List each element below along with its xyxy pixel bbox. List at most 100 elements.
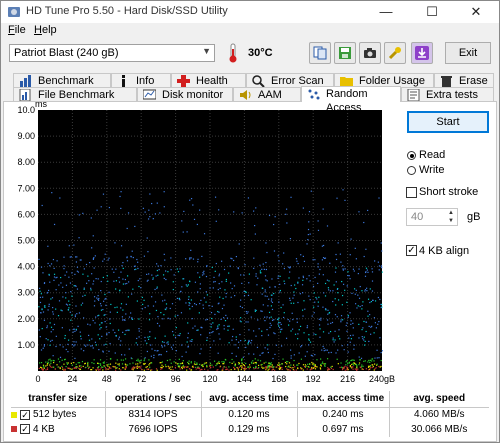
data-point bbox=[126, 275, 129, 277]
data-point bbox=[105, 304, 107, 306]
data-point bbox=[273, 250, 276, 252]
data-point bbox=[228, 342, 230, 344]
data-point bbox=[120, 369, 122, 371]
data-point bbox=[336, 316, 338, 318]
data-point bbox=[347, 351, 349, 353]
y-tick-label: 9.00 bbox=[17, 131, 35, 141]
row-checkbox[interactable]: ✓ bbox=[20, 409, 30, 420]
data-point bbox=[217, 288, 219, 291]
data-point bbox=[122, 319, 124, 321]
data-point bbox=[65, 292, 67, 294]
data-point bbox=[136, 344, 139, 346]
data-point bbox=[108, 291, 110, 293]
data-point bbox=[363, 339, 365, 341]
data-point bbox=[190, 257, 192, 259]
data-point bbox=[359, 305, 361, 308]
data-point bbox=[176, 297, 179, 299]
row-ops: 7696 IOPS bbox=[105, 422, 202, 437]
data-point bbox=[102, 276, 104, 279]
data-point bbox=[371, 271, 374, 273]
data-point bbox=[149, 313, 151, 315]
data-point bbox=[225, 314, 227, 317]
read-radio[interactable] bbox=[407, 151, 416, 160]
data-point bbox=[90, 217, 92, 219]
spin-down-icon[interactable]: ▼ bbox=[445, 217, 457, 225]
data-point bbox=[98, 369, 100, 371]
data-point bbox=[302, 275, 304, 277]
data-point bbox=[342, 283, 345, 285]
data-point bbox=[248, 329, 250, 331]
data-point bbox=[137, 358, 139, 360]
data-point bbox=[211, 317, 213, 320]
data-point bbox=[190, 362, 192, 364]
data-point bbox=[233, 259, 235, 262]
data-point bbox=[238, 243, 240, 245]
short-stroke-checkbox[interactable] bbox=[406, 187, 417, 198]
data-point bbox=[205, 362, 208, 364]
data-point bbox=[132, 369, 134, 371]
data-point bbox=[120, 340, 122, 342]
data-point bbox=[122, 366, 124, 369]
data-point bbox=[243, 364, 246, 366]
align-checkbox[interactable]: ✓ bbox=[406, 245, 417, 256]
data-point bbox=[378, 357, 380, 359]
data-point bbox=[353, 270, 355, 272]
data-point bbox=[294, 333, 297, 335]
data-point bbox=[314, 366, 316, 368]
data-point bbox=[167, 343, 170, 345]
data-point bbox=[238, 366, 241, 368]
data-point bbox=[136, 337, 138, 340]
data-point bbox=[333, 284, 335, 286]
data-point bbox=[281, 366, 283, 369]
data-point bbox=[371, 366, 373, 369]
data-point bbox=[46, 326, 48, 329]
data-point bbox=[367, 298, 370, 300]
data-point bbox=[122, 278, 124, 280]
spin-up-icon[interactable]: ▲ bbox=[445, 209, 457, 217]
data-point bbox=[52, 313, 54, 315]
data-point bbox=[340, 315, 343, 317]
data-point bbox=[302, 315, 304, 317]
data-point bbox=[277, 323, 279, 325]
data-point bbox=[91, 362, 93, 364]
data-point bbox=[156, 287, 158, 290]
data-point bbox=[268, 364, 271, 366]
data-point bbox=[151, 348, 153, 350]
data-point bbox=[188, 360, 190, 362]
data-point bbox=[197, 261, 199, 263]
data-point bbox=[168, 367, 170, 369]
data-point bbox=[188, 304, 190, 306]
data-point bbox=[91, 345, 93, 347]
data-point bbox=[72, 331, 74, 333]
tab-random-access[interactable]: Random Access bbox=[301, 86, 401, 114]
row-checkbox[interactable]: ✓ bbox=[20, 424, 30, 435]
data-point bbox=[288, 266, 290, 268]
data-point bbox=[180, 366, 183, 368]
data-point bbox=[345, 364, 347, 366]
data-point bbox=[217, 362, 219, 364]
data-point bbox=[71, 343, 74, 346]
data-point bbox=[66, 271, 68, 273]
data-point bbox=[131, 293, 133, 295]
data-point bbox=[289, 299, 291, 301]
data-point bbox=[223, 304, 225, 306]
data-point bbox=[178, 358, 180, 360]
write-radio[interactable] bbox=[407, 166, 416, 175]
data-point bbox=[252, 360, 254, 362]
data-point bbox=[45, 369, 47, 371]
data-point bbox=[311, 363, 314, 365]
data-point bbox=[199, 209, 201, 211]
data-point bbox=[235, 339, 237, 341]
data-point bbox=[381, 306, 383, 308]
data-point bbox=[89, 261, 91, 264]
data-point bbox=[289, 297, 291, 299]
data-point bbox=[326, 319, 329, 321]
data-point bbox=[274, 333, 276, 335]
data-point bbox=[241, 212, 243, 214]
start-button[interactable]: Start bbox=[407, 111, 489, 133]
data-point bbox=[213, 276, 215, 279]
data-point bbox=[217, 310, 219, 313]
data-point bbox=[288, 362, 291, 364]
data-point bbox=[327, 287, 330, 289]
data-point bbox=[250, 342, 252, 344]
